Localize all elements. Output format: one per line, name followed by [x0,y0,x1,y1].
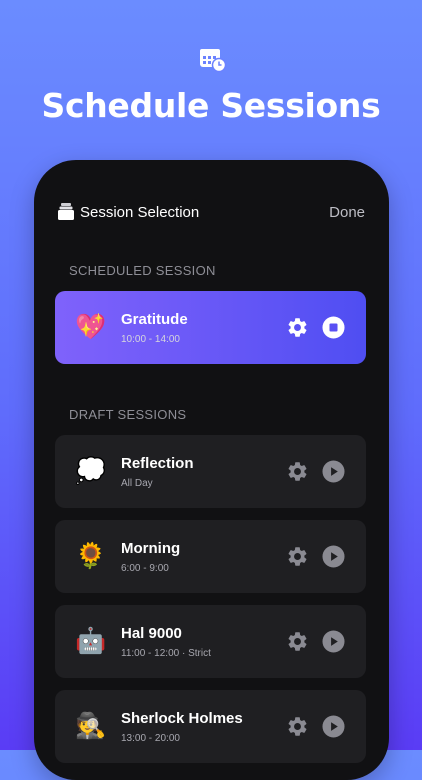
session-time: 6:00 - 9:00 [121,563,169,574]
session-name: Reflection [121,455,194,472]
gear-icon[interactable] [286,545,309,568]
gear-icon[interactable] [286,715,309,738]
session-card-morning[interactable]: 🌻 Morning 6:00 - 9:00 [55,520,366,593]
session-emoji: 🤖 [75,626,107,655]
top-bar: Session Selection Done [58,202,365,224]
session-emoji: 🕵️ [75,711,107,740]
gear-icon[interactable] [286,316,309,339]
scheduled-section-label: SCHEDULED SESSION [69,263,216,278]
stop-icon[interactable] [322,316,345,339]
gear-icon[interactable] [286,460,309,483]
phone-frame: Session Selection Done SCHEDULED SESSION… [34,160,389,780]
draft-section-label: DRAFT SESSIONS [69,407,187,422]
session-emoji: 💖 [75,312,107,341]
session-time: 13:00 - 20:00 [121,733,180,744]
session-card-gratitude[interactable]: 💖 Gratitude 10:00 - 14:00 [55,291,366,364]
session-time: 11:00 - 12:00 · Strict [121,648,211,659]
session-name: Hal 9000 [121,625,182,642]
play-icon[interactable] [322,460,345,483]
session-time: All Day [121,478,153,489]
calendar-clock-icon [200,49,227,73]
play-icon[interactable] [322,630,345,653]
page-title: Schedule Sessions [41,86,381,125]
session-name: Gratitude [121,311,188,328]
session-card-sherlock-holmes[interactable]: 🕵️ Sherlock Holmes 13:00 - 20:00 [55,690,366,763]
session-emoji: 🌻 [75,541,107,570]
stack-icon [58,203,74,220]
session-card-hal-9000[interactable]: 🤖 Hal 9000 11:00 - 12:00 · Strict [55,605,366,678]
session-name: Sherlock Holmes [121,710,243,727]
session-time: 10:00 - 14:00 [121,334,180,345]
session-emoji: 💭 [75,456,107,485]
session-name: Morning [121,540,181,557]
play-icon[interactable] [322,715,345,738]
done-button[interactable]: Done [329,204,365,221]
session-card-reflection[interactable]: 💭 Reflection All Day [55,435,366,508]
screen-title: Session Selection [80,204,200,221]
gear-icon[interactable] [286,630,309,653]
play-icon[interactable] [322,545,345,568]
